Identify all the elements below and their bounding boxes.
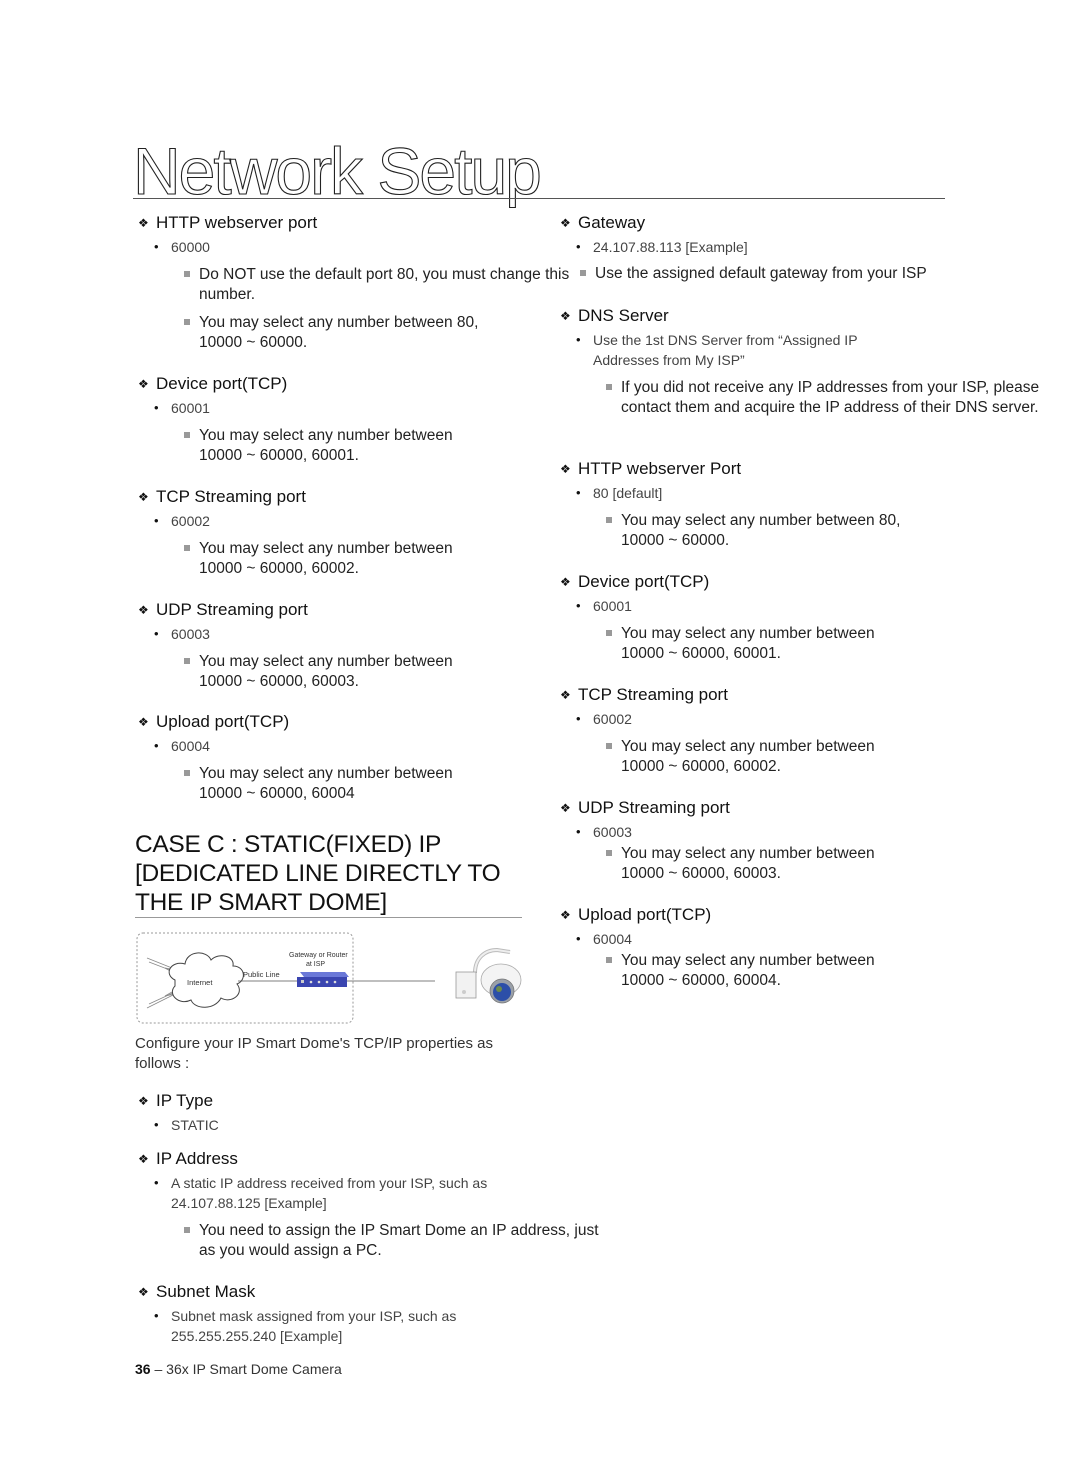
section-heading: ❖ TCP Streaming port (138, 487, 306, 506)
value-bullet: STATIC (154, 1115, 608, 1135)
page-footer: 36 – 36x IP Smart Dome Camera (135, 1361, 342, 1377)
section-http-webserver-port-default: ❖HTTP webserver Port 80 [default] You ma… (560, 458, 1040, 551)
diamond-bullet-icon: ❖ (138, 490, 149, 504)
value-bullet: Use the 1st DNS Server from “Assigned IP… (576, 330, 893, 370)
note: You may select any number between 10000 … (604, 951, 911, 991)
section-tcp-streaming-port: ❖TCP Streaming port 60002 You may select… (138, 486, 608, 579)
section-heading: ❖ Upload port(TCP) (138, 712, 290, 731)
case-divider (135, 917, 522, 918)
footer-separator: – (150, 1361, 167, 1377)
value-bullet: 60001 (154, 398, 608, 418)
section-heading: ❖ IP Type (138, 1091, 214, 1110)
section-heading: ❖ HTTP webserver Port (560, 459, 742, 478)
value-bullet: 24.107.88.113 [Example] (576, 237, 1040, 257)
network-diagram-svg: Internet Public Line Gateway or Router a… (136, 932, 522, 1024)
section-udp-streaming-port-right: ❖UDP Streaming port 60003 You may select… (560, 797, 1040, 884)
diamond-bullet-icon: ❖ (138, 715, 149, 729)
diamond-bullet-icon: ❖ (138, 1285, 149, 1299)
note: You may select any number between 10000 … (604, 737, 911, 777)
section-heading: ❖ Gateway (560, 213, 646, 232)
note: You may select any number between 80, 10… (604, 511, 941, 551)
section-tcp-streaming-port-right: ❖TCP Streaming port 60002 You may select… (560, 684, 1040, 777)
router-icon (297, 972, 349, 987)
note: You may select any number between 10000 … (604, 624, 911, 664)
diamond-bullet-icon: ❖ (138, 377, 149, 391)
diamond-bullet-icon: ❖ (138, 603, 149, 617)
title-divider (133, 198, 945, 199)
diamond-bullet-icon: ❖ (560, 575, 571, 589)
intro-paragraph: Configure your IP Smart Dome's TCP/IP pr… (135, 1035, 494, 1072)
value-bullet: 60001 (576, 596, 1040, 616)
case-heading: CASE C : STATIC(FIXED) IP [DEDICATED LIN… (135, 831, 501, 916)
value-bullet: 60004 (576, 929, 1040, 949)
diamond-bullet-icon: ❖ (138, 1094, 149, 1108)
internet-label: Internet (187, 978, 213, 987)
section-heading: ❖ DNS Server (560, 306, 669, 325)
section-gateway: ❖Gateway 24.107.88.113 [Example] (560, 212, 1040, 257)
note: Use the assigned default gateway from yo… (578, 264, 998, 284)
note: You may select any number between 80, 10… (182, 313, 519, 353)
note: Do NOT use the default port 80, you must… (182, 265, 599, 305)
note: If you did not receive any IP addresses … (604, 378, 1041, 418)
page-number: 36 (135, 1361, 151, 1377)
diamond-bullet-icon: ❖ (560, 309, 571, 323)
section-heading: ❖ UDP Streaming port (138, 600, 308, 619)
section-ip-address: ❖IP Address A static IP address received… (138, 1148, 608, 1261)
section-upload-port-right: ❖Upload port(TCP) 60004 You may select a… (560, 904, 1040, 991)
note: You may select any number between 10000 … (182, 426, 489, 466)
value-bullet: Subnet mask assigned from your ISP, such… (154, 1306, 501, 1346)
section-dns-server: ❖DNS Server Use the 1st DNS Server from … (560, 305, 1040, 418)
section-heading: ❖ Upload port(TCP) (560, 905, 712, 924)
section-heading: ❖ Device port(TCP) (560, 572, 710, 591)
network-diagram: Internet Public Line Gateway or Router a… (135, 930, 535, 1030)
public-line-label: Public Line (243, 970, 280, 979)
diamond-bullet-icon: ❖ (560, 908, 571, 922)
diamond-bullet-icon: ❖ (560, 462, 571, 476)
section-heading: ❖ IP Address (138, 1149, 238, 1168)
diamond-bullet-icon: ❖ (560, 216, 571, 230)
note: You need to assign the IP Smart Dome an … (182, 1221, 604, 1261)
gateway-label: Gateway or Router (289, 952, 348, 959)
diamond-bullet-icon: ❖ (560, 801, 571, 815)
section-subnet-mask: ❖Subnet Mask Subnet mask assigned from y… (138, 1281, 608, 1346)
section-upload-port: ❖Upload port(TCP) 60004 You may select a… (138, 711, 608, 804)
value-bullet: 60002 (576, 709, 1040, 729)
value-bullet: A static IP address received from your I… (154, 1173, 531, 1213)
note: You may select any number between 10000 … (182, 652, 489, 692)
section-device-port: ❖Device port(TCP) 60001 You may select a… (138, 373, 608, 466)
diamond-bullet-icon: ❖ (560, 688, 571, 702)
section-heading: ❖ Device port(TCP) (138, 374, 288, 393)
note: You may select any number between 10000 … (182, 539, 489, 579)
gateway-note-container: Use the assigned default gateway from yo… (578, 264, 998, 284)
value-bullet: 60004 (154, 736, 608, 756)
section-heading: ❖ Subnet Mask (138, 1282, 256, 1301)
section-heading: ❖ TCP Streaming port (560, 685, 728, 704)
value-bullet: 60002 (154, 511, 608, 531)
section-heading: ❖ UDP Streaming port (560, 798, 730, 817)
section-ip-type: ❖IP Type STATIC (138, 1090, 608, 1135)
section-heading: ❖ HTTP webserver port (138, 213, 318, 232)
value-bullet: 60003 (154, 624, 608, 644)
gateway-label-isp: at ISP (306, 961, 325, 968)
note: You may select any number between 10000 … (182, 764, 489, 804)
diamond-bullet-icon: ❖ (138, 216, 149, 230)
note: You may select any number between 10000 … (604, 844, 911, 884)
page-title: Network Setup (132, 134, 542, 208)
diamond-bullet-icon: ❖ (138, 1152, 149, 1166)
value-bullet: 80 [default] (576, 483, 1040, 503)
section-udp-streaming-port: ❖UDP Streaming port 60003 You may select… (138, 599, 608, 692)
value-bullet: 60003 (576, 822, 1040, 842)
section-http-webserver-port: ❖HTTP webserver port 60000 Do NOT use th… (138, 212, 608, 353)
section-device-port-right: ❖Device port(TCP) 60001 You may select a… (560, 571, 1040, 664)
dome-camera-icon (455, 947, 522, 1004)
footer-doc-title: 36x IP Smart Dome Camera (166, 1361, 342, 1377)
value-bullet: 60000 (154, 237, 608, 257)
